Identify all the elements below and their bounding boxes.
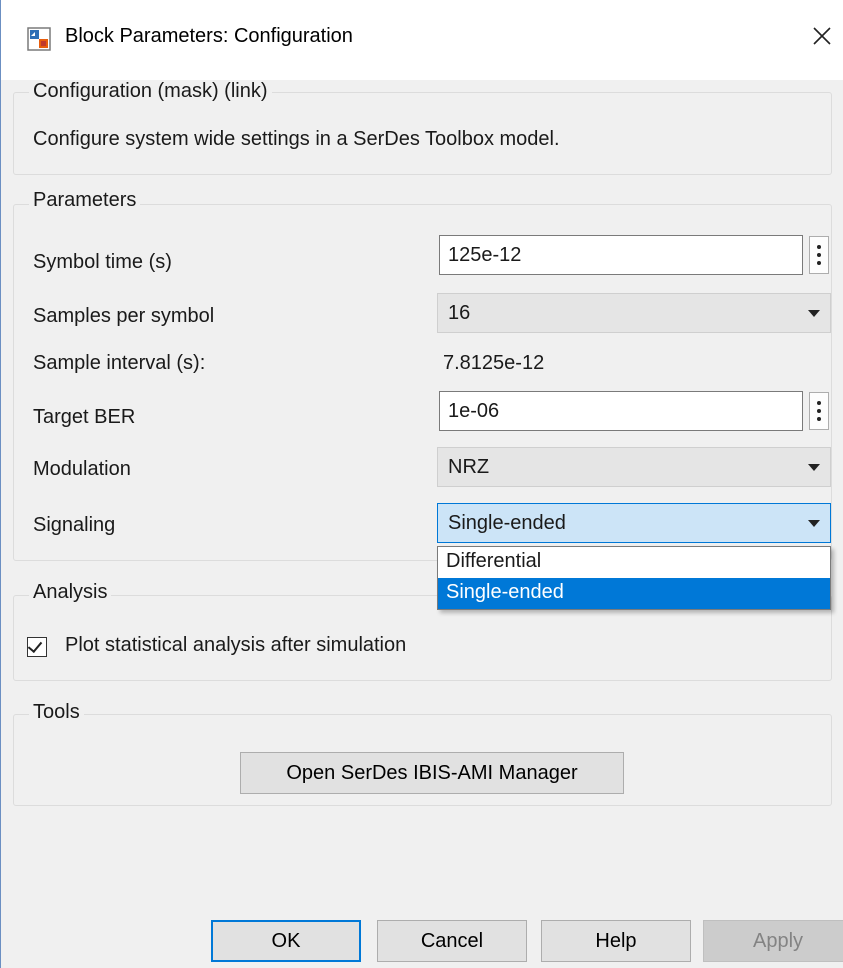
signaling-value: Single-ended [448,512,566,534]
parameters-group-title: Parameters [29,189,141,212]
symbol-time-input[interactable]: 125e-12 [439,235,803,275]
samples-per-symbol-dropdown[interactable]: 16 [437,293,831,333]
option-single-ended[interactable]: Single-ended [438,578,830,609]
sample-interval-label: Sample interval (s): [33,352,206,374]
description-group-title: Configuration (mask) (link) [29,80,272,103]
title-bar[interactable]: Block Parameters: Configuration [1,0,843,80]
chevron-down-icon [808,310,820,317]
modulation-dropdown[interactable]: NRZ [437,447,831,487]
chevron-down-icon [808,464,820,471]
description-text: Configure system wide settings in a SerD… [33,128,560,150]
samples-per-symbol-value: 16 [448,302,471,324]
analysis-group-title: Analysis [29,581,112,604]
target-ber-options-button[interactable] [809,392,829,430]
plot-analysis-label[interactable]: Plot statistical analysis after simulati… [65,634,406,657]
modulation-value: NRZ [448,456,490,478]
window-title: Block Parameters: Configuration [65,25,353,47]
option-differential[interactable]: Differential [438,547,830,578]
samples-per-symbol-label: Samples per symbol [33,305,215,327]
open-ibis-ami-manager-button[interactable]: Open SerDes IBIS-AMI Manager [240,752,624,794]
block-parameters-dialog: Block Parameters: Configuration Configur… [0,0,843,968]
signaling-options-list: Differential Single-ended [437,546,831,610]
plot-analysis-checkbox[interactable] [27,637,47,657]
close-icon[interactable] [810,24,834,48]
signaling-dropdown[interactable]: Single-ended [437,503,831,543]
simulink-block-icon [27,27,51,51]
chevron-down-icon [808,520,820,527]
symbol-time-options-button[interactable] [809,236,829,274]
cancel-button[interactable]: Cancel [377,920,527,962]
sample-interval-value: 7.8125e-12 [443,352,545,374]
checkmark-icon [27,637,43,654]
apply-button[interactable]: Apply [703,920,843,962]
symbol-time-label: Symbol time (s) [33,251,172,273]
target-ber-label: Target BER [33,406,136,428]
help-button[interactable]: Help [541,920,691,962]
modulation-label: Modulation [33,458,131,480]
ok-button[interactable]: OK [211,920,361,962]
target-ber-input[interactable]: 1e-06 [439,391,803,431]
signaling-label: Signaling [33,514,116,536]
tools-group-title: Tools [29,701,84,724]
